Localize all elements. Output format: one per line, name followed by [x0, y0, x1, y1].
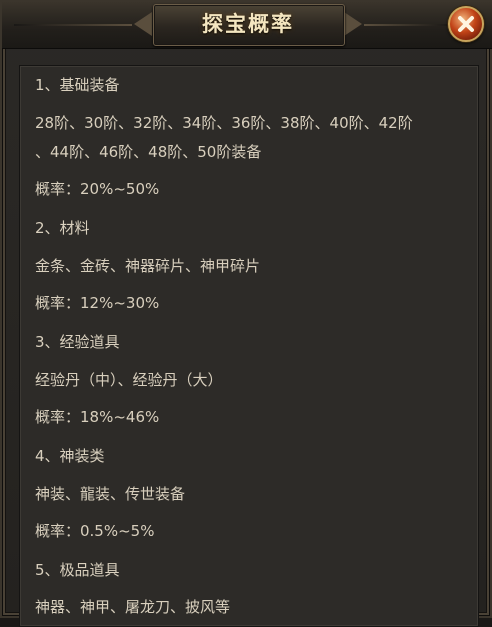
- title-ornament-right: [344, 12, 362, 36]
- probability-text: 概率：12%~30%: [35, 294, 160, 312]
- section-heading: 3、经验道具: [35, 333, 120, 351]
- close-button[interactable]: [448, 6, 484, 42]
- section-text: 神装、龍装、传世装备: [35, 485, 186, 503]
- content-panel: 1、基础装备 28阶、30阶、32阶、34阶、36阶、38阶、40阶、42阶 、…: [19, 65, 479, 627]
- probability-text: 概率：20%~50%: [35, 180, 160, 198]
- section-heading: 2、材料: [35, 219, 90, 237]
- title-ornament-left: [134, 12, 152, 36]
- section-text: 、44阶、46阶、48阶、50阶装备: [35, 143, 262, 161]
- close-x-icon: [458, 16, 474, 32]
- section-heading: 5、极品道具: [35, 561, 120, 579]
- section-text: 金条、金砖、神器碎片、神甲碎片: [35, 257, 261, 275]
- title-ornament-line-left: [14, 24, 132, 26]
- treasure-probability-dialog: 探宝概率 1、基础装备 28阶、30阶、32阶、34阶、36阶、38阶、40阶、…: [0, 0, 492, 627]
- title-ornament-line-right: [364, 24, 452, 26]
- probability-text: 概率：0.5%~5%: [35, 522, 155, 540]
- probability-text: 概率：18%~46%: [35, 408, 160, 426]
- title-bar: 探宝概率: [2, 2, 492, 49]
- dialog-title: 探宝概率: [202, 12, 294, 36]
- section-text: 神器、神甲、屠龙刀、披风等: [35, 598, 231, 616]
- section-text: 经验丹（中）、经验丹（大）: [35, 371, 223, 389]
- section-heading: 4、神装类: [35, 447, 105, 465]
- section-heading: 1、基础装备: [35, 76, 120, 94]
- section-text: 28阶、30阶、32阶、34阶、36阶、38阶、40阶、42阶: [35, 114, 413, 132]
